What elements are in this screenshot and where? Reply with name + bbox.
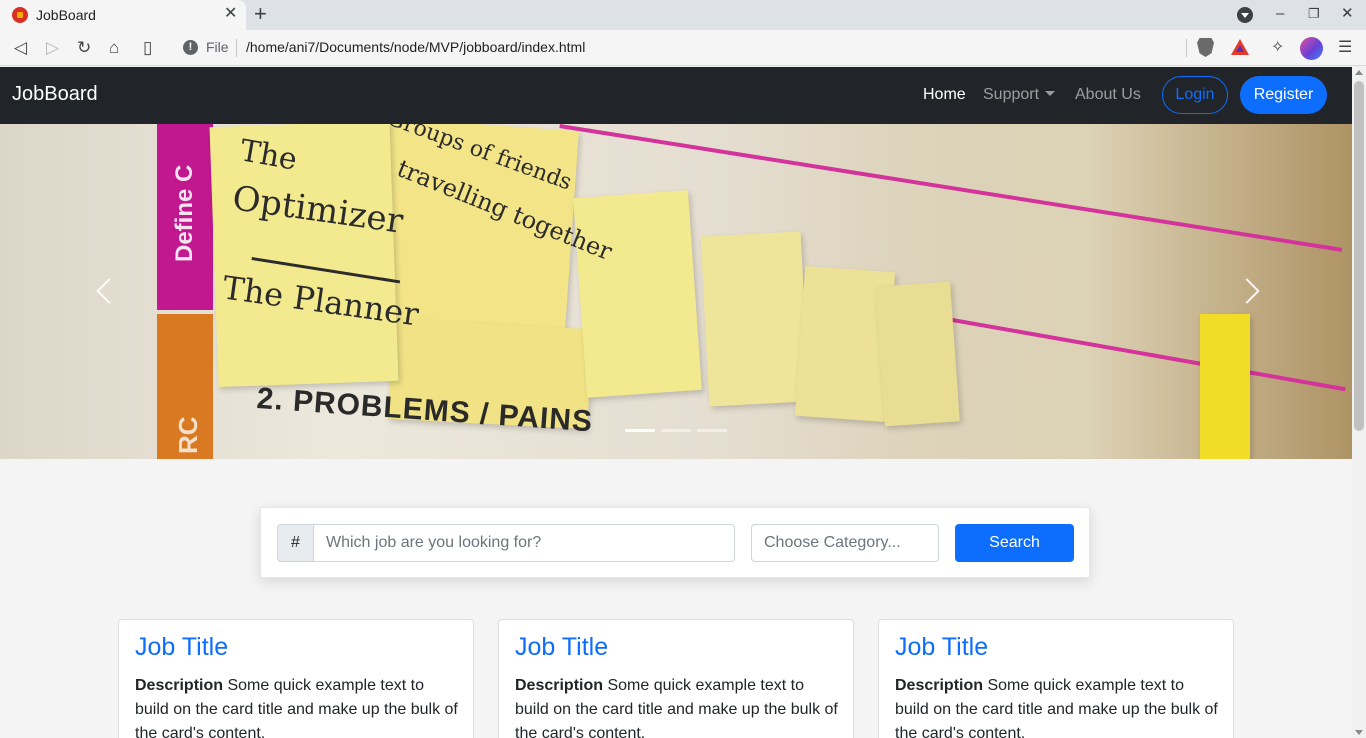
job-card-description: Description Some quick example text to b… bbox=[135, 674, 461, 738]
job-card-title[interactable]: Job Title bbox=[895, 633, 988, 662]
sticky-note bbox=[573, 190, 702, 398]
page-viewport: JobBoard Home Support About Us Login Reg… bbox=[0, 67, 1352, 738]
hero-band-text: RC bbox=[173, 416, 203, 454]
sticky-note bbox=[875, 281, 960, 427]
address-bar-url[interactable]: /home/ani7/Documents/node/MVP/jobboard/i… bbox=[246, 39, 585, 55]
browser-toolbar: ◁ ▷ ↻ ⌂ ▯ ! File /home/ani7/Documents/no… bbox=[0, 30, 1366, 66]
site-brand[interactable]: JobBoard bbox=[12, 83, 98, 106]
carousel-indicator-2[interactable] bbox=[661, 429, 691, 432]
toolbar-separator bbox=[1186, 39, 1187, 57]
description-label: Description bbox=[895, 677, 984, 694]
tab-title: JobBoard bbox=[36, 7, 96, 23]
sticky-note bbox=[1200, 314, 1250, 459]
bookmark-icon[interactable]: ▯ bbox=[143, 38, 152, 58]
browser-tab-strip: JobBoard ✕ + – ❐ ✕ bbox=[0, 0, 1366, 30]
site-navbar: JobBoard Home Support About Us Login Reg… bbox=[0, 67, 1352, 124]
hero-band-text: Define C bbox=[171, 164, 198, 262]
close-window-button[interactable]: ✕ bbox=[1341, 4, 1354, 24]
carousel-next-icon[interactable] bbox=[1242, 276, 1258, 306]
page-scrollbar[interactable] bbox=[1352, 67, 1366, 738]
job-card[interactable]: Job Title Description Some quick example… bbox=[118, 619, 474, 738]
carousel-prev-icon[interactable] bbox=[95, 276, 111, 306]
file-scheme-label: File bbox=[206, 39, 229, 55]
nav-support-label: Support bbox=[983, 86, 1040, 103]
job-search-input[interactable] bbox=[313, 524, 735, 562]
brave-shield-icon[interactable] bbox=[1197, 38, 1214, 57]
job-card-title[interactable]: Job Title bbox=[515, 633, 608, 662]
close-tab-icon[interactable]: ✕ bbox=[224, 5, 237, 23]
address-separator bbox=[236, 39, 237, 57]
reload-icon[interactable]: ↻ bbox=[77, 38, 91, 58]
job-card[interactable]: Job Title Description Some quick example… bbox=[498, 619, 854, 738]
job-card[interactable]: Job Title Description Some quick example… bbox=[878, 619, 1234, 738]
profile-avatar[interactable] bbox=[1300, 37, 1323, 60]
back-icon[interactable]: ◁ bbox=[14, 38, 27, 58]
tab-search-icon[interactable] bbox=[1237, 7, 1253, 23]
scroll-down-icon[interactable] bbox=[1355, 730, 1363, 735]
description-label: Description bbox=[135, 677, 224, 694]
carousel-indicator-3[interactable] bbox=[697, 429, 727, 432]
description-label: Description bbox=[515, 677, 604, 694]
chevron-down-icon bbox=[1045, 91, 1056, 96]
browser-tab-active[interactable]: JobBoard ✕ bbox=[0, 0, 246, 30]
register-button[interactable]: Register bbox=[1240, 76, 1327, 114]
restore-window-button[interactable]: ❐ bbox=[1308, 4, 1320, 24]
search-button[interactable]: Search bbox=[955, 524, 1074, 562]
category-select[interactable]: Choose Category... bbox=[751, 524, 939, 562]
nav-support-dropdown[interactable]: Support bbox=[983, 86, 1056, 104]
nav-about-link[interactable]: About Us bbox=[1075, 86, 1141, 104]
menu-icon[interactable]: ☰ bbox=[1338, 38, 1352, 58]
site-favicon-icon bbox=[12, 7, 28, 23]
job-search-panel: # Choose Category... Search bbox=[260, 507, 1090, 578]
carousel-indicator-1[interactable] bbox=[625, 429, 655, 432]
hero-carousel: Define C RC The Optimizer The Planner Gr… bbox=[0, 124, 1352, 459]
new-tab-button[interactable]: + bbox=[254, 2, 267, 26]
info-icon[interactable]: ! bbox=[183, 40, 198, 55]
login-button[interactable]: Login bbox=[1162, 76, 1228, 114]
nav-home-link[interactable]: Home bbox=[923, 86, 966, 104]
forward-icon: ▷ bbox=[46, 38, 60, 57]
job-card-description: Description Some quick example text to b… bbox=[515, 674, 841, 738]
scrollbar-thumb[interactable] bbox=[1354, 81, 1364, 431]
scroll-up-icon[interactable] bbox=[1355, 70, 1363, 75]
sticky-note bbox=[700, 231, 810, 407]
minimize-window-button[interactable]: – bbox=[1276, 4, 1284, 24]
job-card-description: Description Some quick example text to b… bbox=[895, 674, 1221, 738]
home-icon[interactable]: ⌂ bbox=[109, 38, 119, 58]
extensions-icon[interactable]: ✧ bbox=[1271, 38, 1284, 58]
job-card-title[interactable]: Job Title bbox=[135, 633, 228, 662]
hash-prefix: # bbox=[277, 524, 314, 562]
bat-rewards-icon[interactable] bbox=[1231, 39, 1249, 55]
